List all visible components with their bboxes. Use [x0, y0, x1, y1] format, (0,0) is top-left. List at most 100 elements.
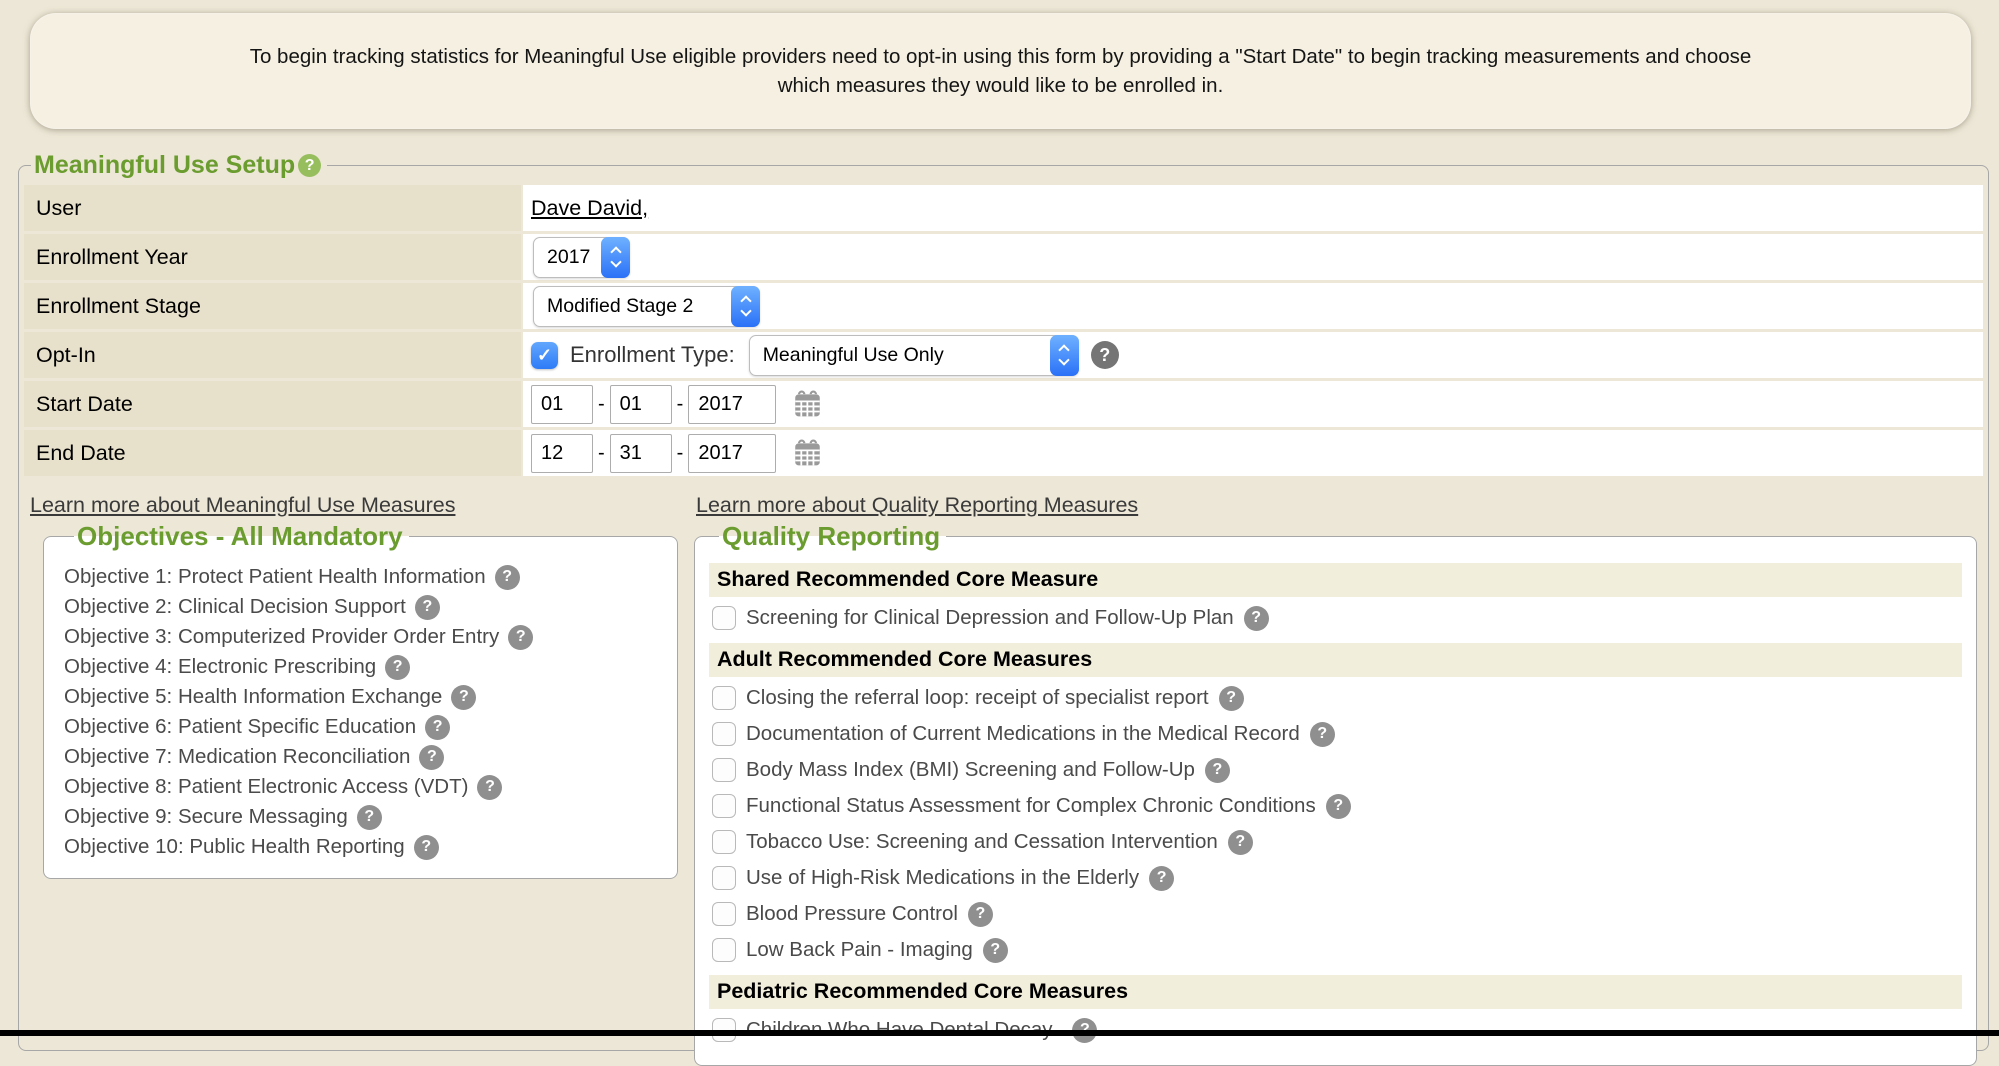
enrollment-stage-select[interactable]: Modified Stage 2	[533, 286, 760, 327]
setup-table: User Dave David, Enrollment Year 2017 En…	[22, 182, 1985, 479]
objective-item: Objective 2: Clinical Decision Support	[64, 592, 667, 622]
measure-label: Screening for Clinical Depression and Fo…	[746, 606, 1234, 630]
user-link[interactable]: Dave David,	[531, 196, 648, 220]
user-label: User	[24, 185, 521, 231]
end-date-month-input[interactable]	[531, 434, 593, 473]
objective-item: Objective 3: Computerized Provider Order…	[64, 622, 667, 652]
measure-row: Screening for Clinical Depression and Fo…	[709, 600, 1962, 636]
measure-row: Tobacco Use: Screening and Cessation Int…	[709, 824, 1962, 860]
section-header-shared: Shared Recommended Core Measure	[709, 563, 1962, 597]
objective-label: Objective 6: Patient Specific Education	[64, 715, 416, 739]
help-icon[interactable]	[385, 655, 410, 680]
measure-row: Body Mass Index (BMI) Screening and Foll…	[709, 752, 1962, 788]
table-row-enrollment-year: Enrollment Year 2017	[24, 234, 1983, 280]
help-icon[interactable]	[1326, 794, 1351, 819]
help-icon[interactable]	[495, 565, 520, 590]
calendar-icon[interactable]	[792, 389, 823, 420]
section-title-meaningful-use-setup: Meaningful Use Setup	[31, 151, 327, 180]
help-icon[interactable]	[1149, 866, 1174, 891]
measure-label: Body Mass Index (BMI) Screening and Foll…	[746, 758, 1195, 782]
measure-checkbox[interactable]	[712, 686, 736, 710]
table-row-opt-in: Opt-In Enrollment Type: Meaningful Use O…	[24, 332, 1983, 378]
help-icon[interactable]	[1219, 686, 1244, 711]
help-icon[interactable]	[1205, 758, 1230, 783]
table-row-end-date: End Date - -	[24, 430, 1983, 476]
help-icon[interactable]	[968, 902, 993, 927]
enrollment-type-select[interactable]: Meaningful Use Only	[749, 335, 1079, 376]
measure-label: Documentation of Current Medications in …	[746, 722, 1300, 746]
help-icon[interactable]	[1091, 341, 1119, 369]
instruction-banner: To begin tracking statistics for Meaning…	[30, 13, 1971, 129]
end-date-year-input[interactable]	[688, 434, 776, 473]
date-separator: -	[598, 393, 605, 416]
help-icon[interactable]	[425, 715, 450, 740]
help-icon[interactable]	[419, 745, 444, 770]
measure-row: Documentation of Current Medications in …	[709, 716, 1962, 752]
objective-label: Objective 5: Health Information Exchange	[64, 685, 442, 709]
objective-item: Objective 8: Patient Electronic Access (…	[64, 772, 667, 802]
objective-item: Objective 5: Health Information Exchange	[64, 682, 667, 712]
measure-checkbox[interactable]	[712, 830, 736, 854]
objective-item: Objective 7: Medication Reconciliation	[64, 742, 667, 772]
end-date-label: End Date	[24, 430, 521, 476]
opt-in-checkbox[interactable]	[531, 342, 558, 369]
measure-checkbox[interactable]	[712, 938, 736, 962]
enrollment-year-value: 2017	[547, 246, 590, 269]
start-date-month-input[interactable]	[531, 385, 593, 424]
measure-checkbox[interactable]	[712, 794, 736, 818]
help-icon[interactable]	[451, 685, 476, 710]
objective-item: Objective 9: Secure Messaging	[64, 802, 667, 832]
objectives-section: Objectives - All Mandatory Objective 1: …	[43, 521, 678, 879]
measure-row: Functional Status Assessment for Complex…	[709, 788, 1962, 824]
help-icon[interactable]	[983, 938, 1008, 963]
help-icon[interactable]	[357, 805, 382, 830]
objective-label: Objective 9: Secure Messaging	[64, 805, 348, 829]
end-date-day-input[interactable]	[610, 434, 672, 473]
help-icon[interactable]	[414, 835, 439, 860]
objective-label: Objective 7: Medication Reconciliation	[64, 745, 410, 769]
enrollment-type-value: Meaningful Use Only	[763, 344, 944, 367]
objectives-column: Learn more about Meaningful Use Measures…	[28, 493, 678, 1066]
help-icon[interactable]	[508, 625, 533, 650]
viewport-bottom-edge	[0, 1030, 1999, 1036]
objective-label: Objective 8: Patient Electronic Access (…	[64, 775, 468, 799]
measure-checkbox[interactable]	[712, 758, 736, 782]
measure-row: Low Back Pain - Imaging	[709, 932, 1962, 968]
quality-reporting-section: Quality Reporting Shared Recommended Cor…	[694, 521, 1977, 1066]
help-icon[interactable]	[298, 154, 321, 177]
measure-label: Use of High-Risk Medications in the Elde…	[746, 866, 1139, 890]
quality-reporting-column: Learn more about Quality Reporting Measu…	[694, 493, 1977, 1066]
measure-row: Closing the referral loop: receipt of sp…	[709, 680, 1962, 716]
calendar-icon[interactable]	[792, 438, 823, 469]
measure-label: Blood Pressure Control	[746, 902, 958, 926]
start-date-label: Start Date	[24, 381, 521, 427]
objective-item: Objective 6: Patient Specific Education	[64, 712, 667, 742]
measure-checkbox[interactable]	[712, 866, 736, 890]
help-icon[interactable]	[1244, 606, 1269, 631]
measure-label: Tobacco Use: Screening and Cessation Int…	[746, 830, 1218, 854]
select-stepper-icon	[731, 286, 760, 327]
measure-checkbox[interactable]	[712, 902, 736, 926]
start-date-year-input[interactable]	[688, 385, 776, 424]
help-icon[interactable]	[477, 775, 502, 800]
measure-label: Closing the referral loop: receipt of sp…	[746, 686, 1209, 710]
date-separator: -	[598, 442, 605, 465]
measure-checkbox[interactable]	[712, 722, 736, 746]
enrollment-year-select[interactable]: 2017	[533, 237, 630, 278]
quality-reporting-title: Quality Reporting	[719, 521, 946, 552]
learn-more-qr-link[interactable]: Learn more about Quality Reporting Measu…	[696, 493, 1138, 518]
learn-more-mu-link[interactable]: Learn more about Meaningful Use Measures	[30, 493, 455, 518]
enrollment-type-label: Enrollment Type:	[570, 342, 735, 368]
help-icon[interactable]	[1310, 722, 1335, 747]
objective-label: Objective 3: Computerized Provider Order…	[64, 625, 499, 649]
measure-row: Use of High-Risk Medications in the Elde…	[709, 860, 1962, 896]
table-row-user: User Dave David,	[24, 185, 1983, 231]
start-date-day-input[interactable]	[610, 385, 672, 424]
section-header-pediatric: Pediatric Recommended Core Measures	[709, 975, 1962, 1009]
help-icon[interactable]	[1228, 830, 1253, 855]
objectives-title: Objectives - All Mandatory	[74, 521, 409, 552]
help-icon[interactable]	[415, 595, 440, 620]
measure-label: Low Back Pain - Imaging	[746, 938, 973, 962]
measure-checkbox[interactable]	[712, 606, 736, 630]
objective-label: Objective 10: Public Health Reporting	[64, 835, 405, 859]
